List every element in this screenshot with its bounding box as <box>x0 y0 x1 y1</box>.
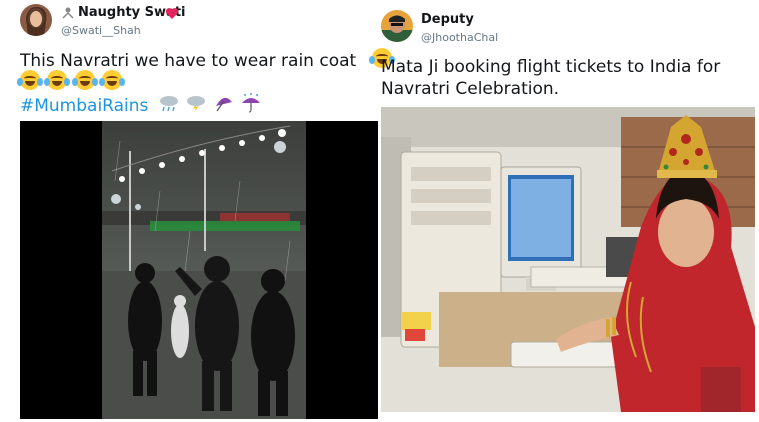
hashtag-link[interactable]: #MumbaiRains <box>20 96 148 116</box>
tweet-video[interactable] <box>20 121 378 419</box>
tweet-text-line1: Mata Ji booking flight tickets to India … <box>381 57 721 77</box>
tweet-text: This Navratri we have to wear rain coat <box>20 51 357 71</box>
tweet-left: Naughty Swati @Swati__Shah This Navratri… <box>0 0 395 422</box>
tweet-right: Deputy @JhoothaChal Mata Ji booking flig… <box>378 0 759 422</box>
thunder-cloud-icon <box>185 94 207 118</box>
rain-video-frame <box>102 121 306 419</box>
tweet-photo[interactable] <box>381 107 755 412</box>
tweet-text-line2: Navratri Celebration. <box>381 79 560 99</box>
avatar[interactable] <box>20 4 52 36</box>
umbrella-rain-icon <box>240 93 262 119</box>
hashtag-row: #MumbaiRains <box>20 93 262 119</box>
umbrella-icon <box>213 94 235 118</box>
display-name[interactable]: Deputy <box>421 12 474 27</box>
rain-cloud-icon <box>158 94 180 118</box>
dancer-icon <box>61 4 75 19</box>
handle[interactable]: @JhoothaChal <box>421 31 498 44</box>
avatar[interactable] <box>381 10 413 42</box>
office-photo <box>381 107 755 412</box>
heart-icon <box>165 5 179 19</box>
handle[interactable]: @Swati__Shah <box>61 24 141 37</box>
